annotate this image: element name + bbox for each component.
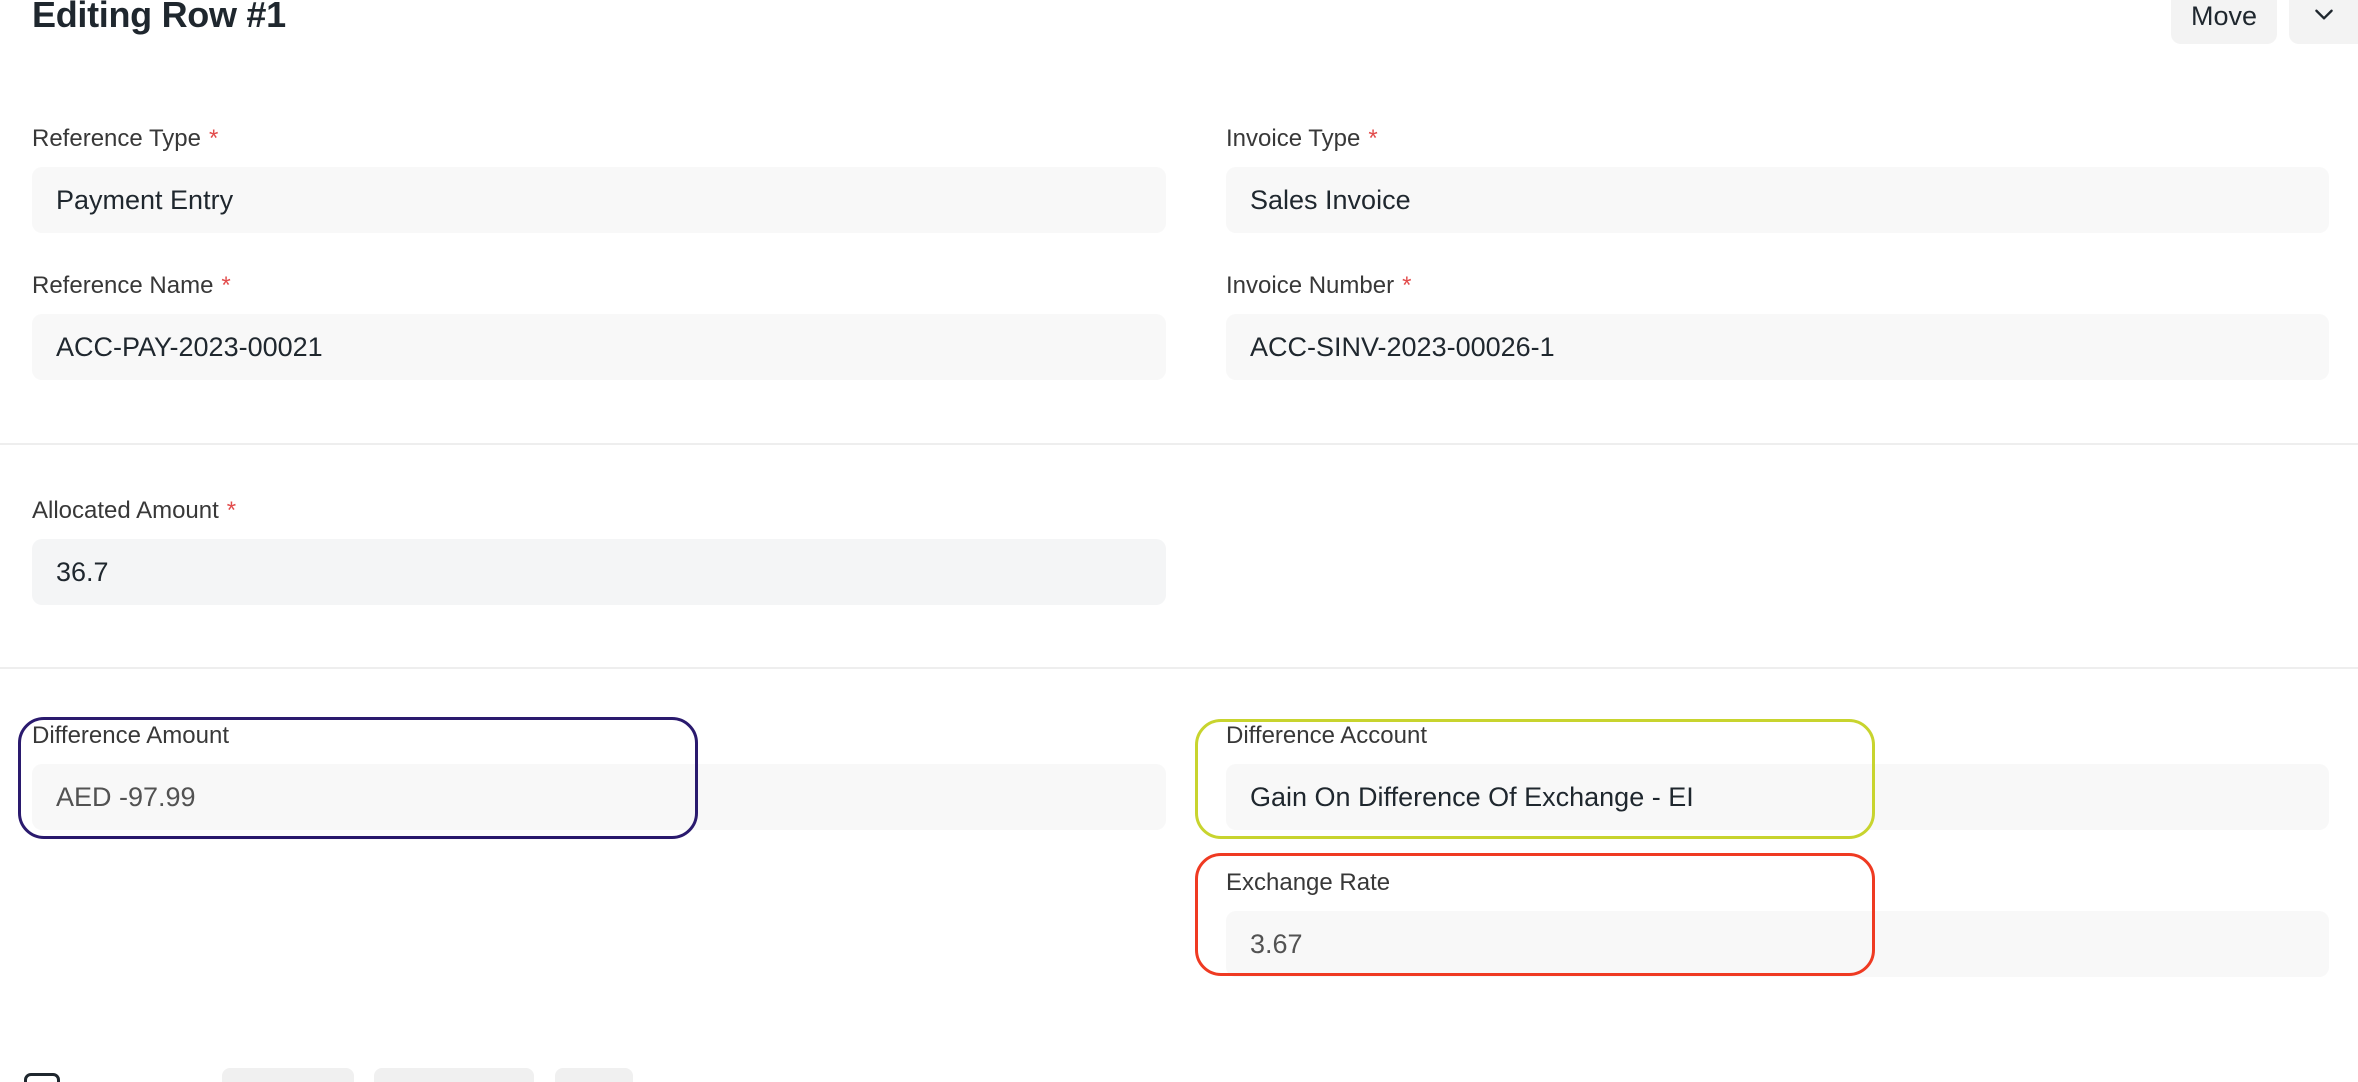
reference-type-field[interactable]: Payment Entry	[32, 167, 1166, 233]
grid-row-edit-form: Editing Row #1 Move Reference Type * Paym…	[0, 0, 2358, 1082]
exchange-rate-field: 3.67	[1226, 911, 2329, 977]
allocated-amount-input[interactable]: 36.7	[32, 539, 1166, 605]
required-marker: *	[1368, 125, 1378, 152]
invoice-type-field[interactable]: Sales Invoice	[1226, 167, 2329, 233]
allocated-amount-label: Allocated Amount *	[32, 497, 237, 524]
reference-name-field[interactable]: ACC-PAY-2023-00021	[32, 314, 1166, 380]
page-title: Editing Row #1	[32, 0, 286, 35]
exchange-rate-label: Exchange Rate	[1226, 869, 1391, 896]
invoice-type-label: Invoice Type *	[1226, 125, 1378, 152]
required-marker: *	[221, 272, 231, 299]
collapse-button[interactable]	[2289, 0, 2358, 44]
footer-button[interactable]	[555, 1068, 633, 1082]
required-marker: *	[226, 497, 237, 524]
checkbox[interactable]	[24, 1073, 60, 1082]
difference-amount-field: AED -97.99	[32, 764, 1166, 830]
reference-type-label: Reference Type *	[32, 125, 219, 152]
required-marker: *	[1402, 272, 1412, 299]
invoice-number-field[interactable]: ACC-SINV-2023-00026-1	[1226, 314, 2329, 380]
section-divider	[0, 443, 2358, 445]
required-marker: *	[209, 125, 219, 152]
move-button[interactable]: Move	[2171, 0, 2277, 44]
invoice-number-label: Invoice Number *	[1226, 272, 1412, 299]
footer-button[interactable]	[222, 1068, 354, 1082]
difference-account-label: Difference Account	[1226, 722, 1428, 749]
chevron-down-icon	[2311, 1, 2337, 32]
difference-account-field[interactable]: Gain On Difference Of Exchange - EI	[1226, 764, 2329, 830]
footer-button[interactable]	[374, 1068, 534, 1082]
section-divider	[0, 667, 2358, 669]
reference-name-label: Reference Name *	[32, 272, 231, 299]
difference-amount-label: Difference Amount	[32, 722, 230, 749]
